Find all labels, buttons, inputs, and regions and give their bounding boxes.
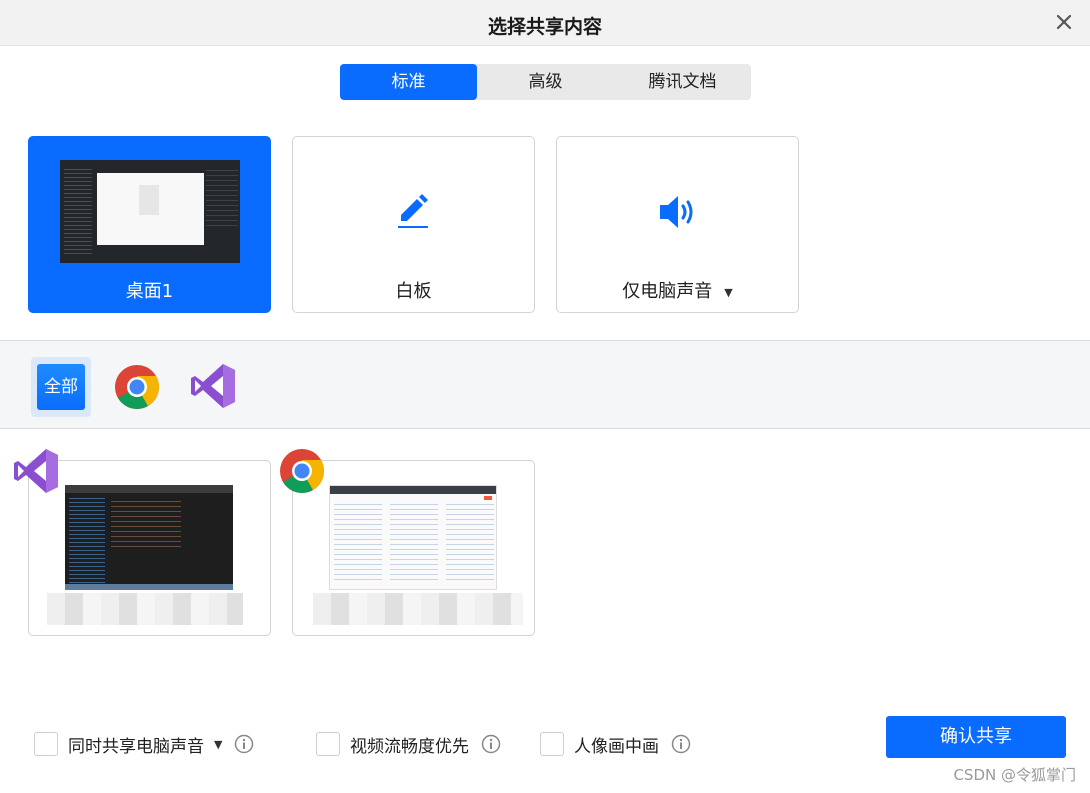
portrait-pip-checkbox[interactable] (540, 732, 564, 756)
card-label-desktop: 桌面1 (125, 281, 174, 302)
portrait-pip-label: 人像画中画 (574, 736, 659, 757)
watermark: CSDN @令狐掌门 (953, 766, 1076, 784)
option-share-audio: 同时共享电脑声音 ▼ (34, 732, 254, 757)
info-icon[interactable] (671, 734, 691, 754)
share-card-desktop[interactable]: 桌面1 (28, 136, 271, 313)
speaker-icon (660, 196, 693, 228)
audio-only-label: 仅电脑声音 (622, 281, 713, 302)
chrome-icon (280, 449, 324, 493)
window-card-visual-studio[interactable] (28, 460, 271, 636)
share-card-whiteboard[interactable]: 白板 (292, 136, 535, 313)
window-thumbnail (329, 485, 497, 590)
close-icon[interactable] (1052, 10, 1076, 34)
share-card-audio-only[interactable]: 仅电脑声音 ▼ (556, 136, 799, 313)
chrome-icon[interactable] (113, 363, 161, 411)
option-video-smoothness: 视频流畅度优先 (316, 732, 501, 757)
share-audio-label: 同时共享电脑声音 (68, 736, 204, 757)
card-label-whiteboard: 白板 (395, 281, 432, 302)
info-icon[interactable] (234, 734, 254, 754)
visual-studio-icon[interactable] (189, 362, 237, 410)
desktop-thumbnail (60, 160, 240, 263)
window-thumbnail (65, 485, 233, 590)
tab-tencent-docs[interactable]: 腾讯文档 (614, 64, 751, 100)
window-title-blurred (313, 593, 523, 625)
pen-icon (398, 194, 428, 228)
dialog-title: 选择共享内容 (487, 16, 602, 38)
filter-all-button[interactable]: 全部 (31, 357, 91, 417)
option-portrait-pip: 人像画中画 (540, 732, 691, 757)
window-title-blurred (47, 593, 243, 625)
chevron-down-icon[interactable]: ▼ (214, 738, 222, 751)
card-label-audio-only: 仅电脑声音 ▼ (557, 277, 798, 303)
chevron-down-icon[interactable]: ▼ (724, 286, 732, 299)
video-smoothness-checkbox[interactable] (316, 732, 340, 756)
visual-studio-icon (14, 449, 58, 493)
window-card-chrome[interactable] (292, 460, 535, 636)
filter-all-label: 全部 (37, 364, 85, 410)
tab-standard[interactable]: 标准 (340, 64, 477, 100)
info-icon[interactable] (481, 734, 501, 754)
title-bar: 选择共享内容 (0, 0, 1090, 46)
share-mode-tabs: 标准 高级 腾讯文档 (340, 64, 751, 100)
tab-advanced[interactable]: 高级 (477, 64, 614, 100)
confirm-share-button[interactable]: 确认共享 (886, 716, 1066, 758)
video-smoothness-label: 视频流畅度优先 (350, 736, 469, 757)
app-filter-bar: 全部 (0, 340, 1090, 429)
share-audio-checkbox[interactable] (34, 732, 58, 756)
